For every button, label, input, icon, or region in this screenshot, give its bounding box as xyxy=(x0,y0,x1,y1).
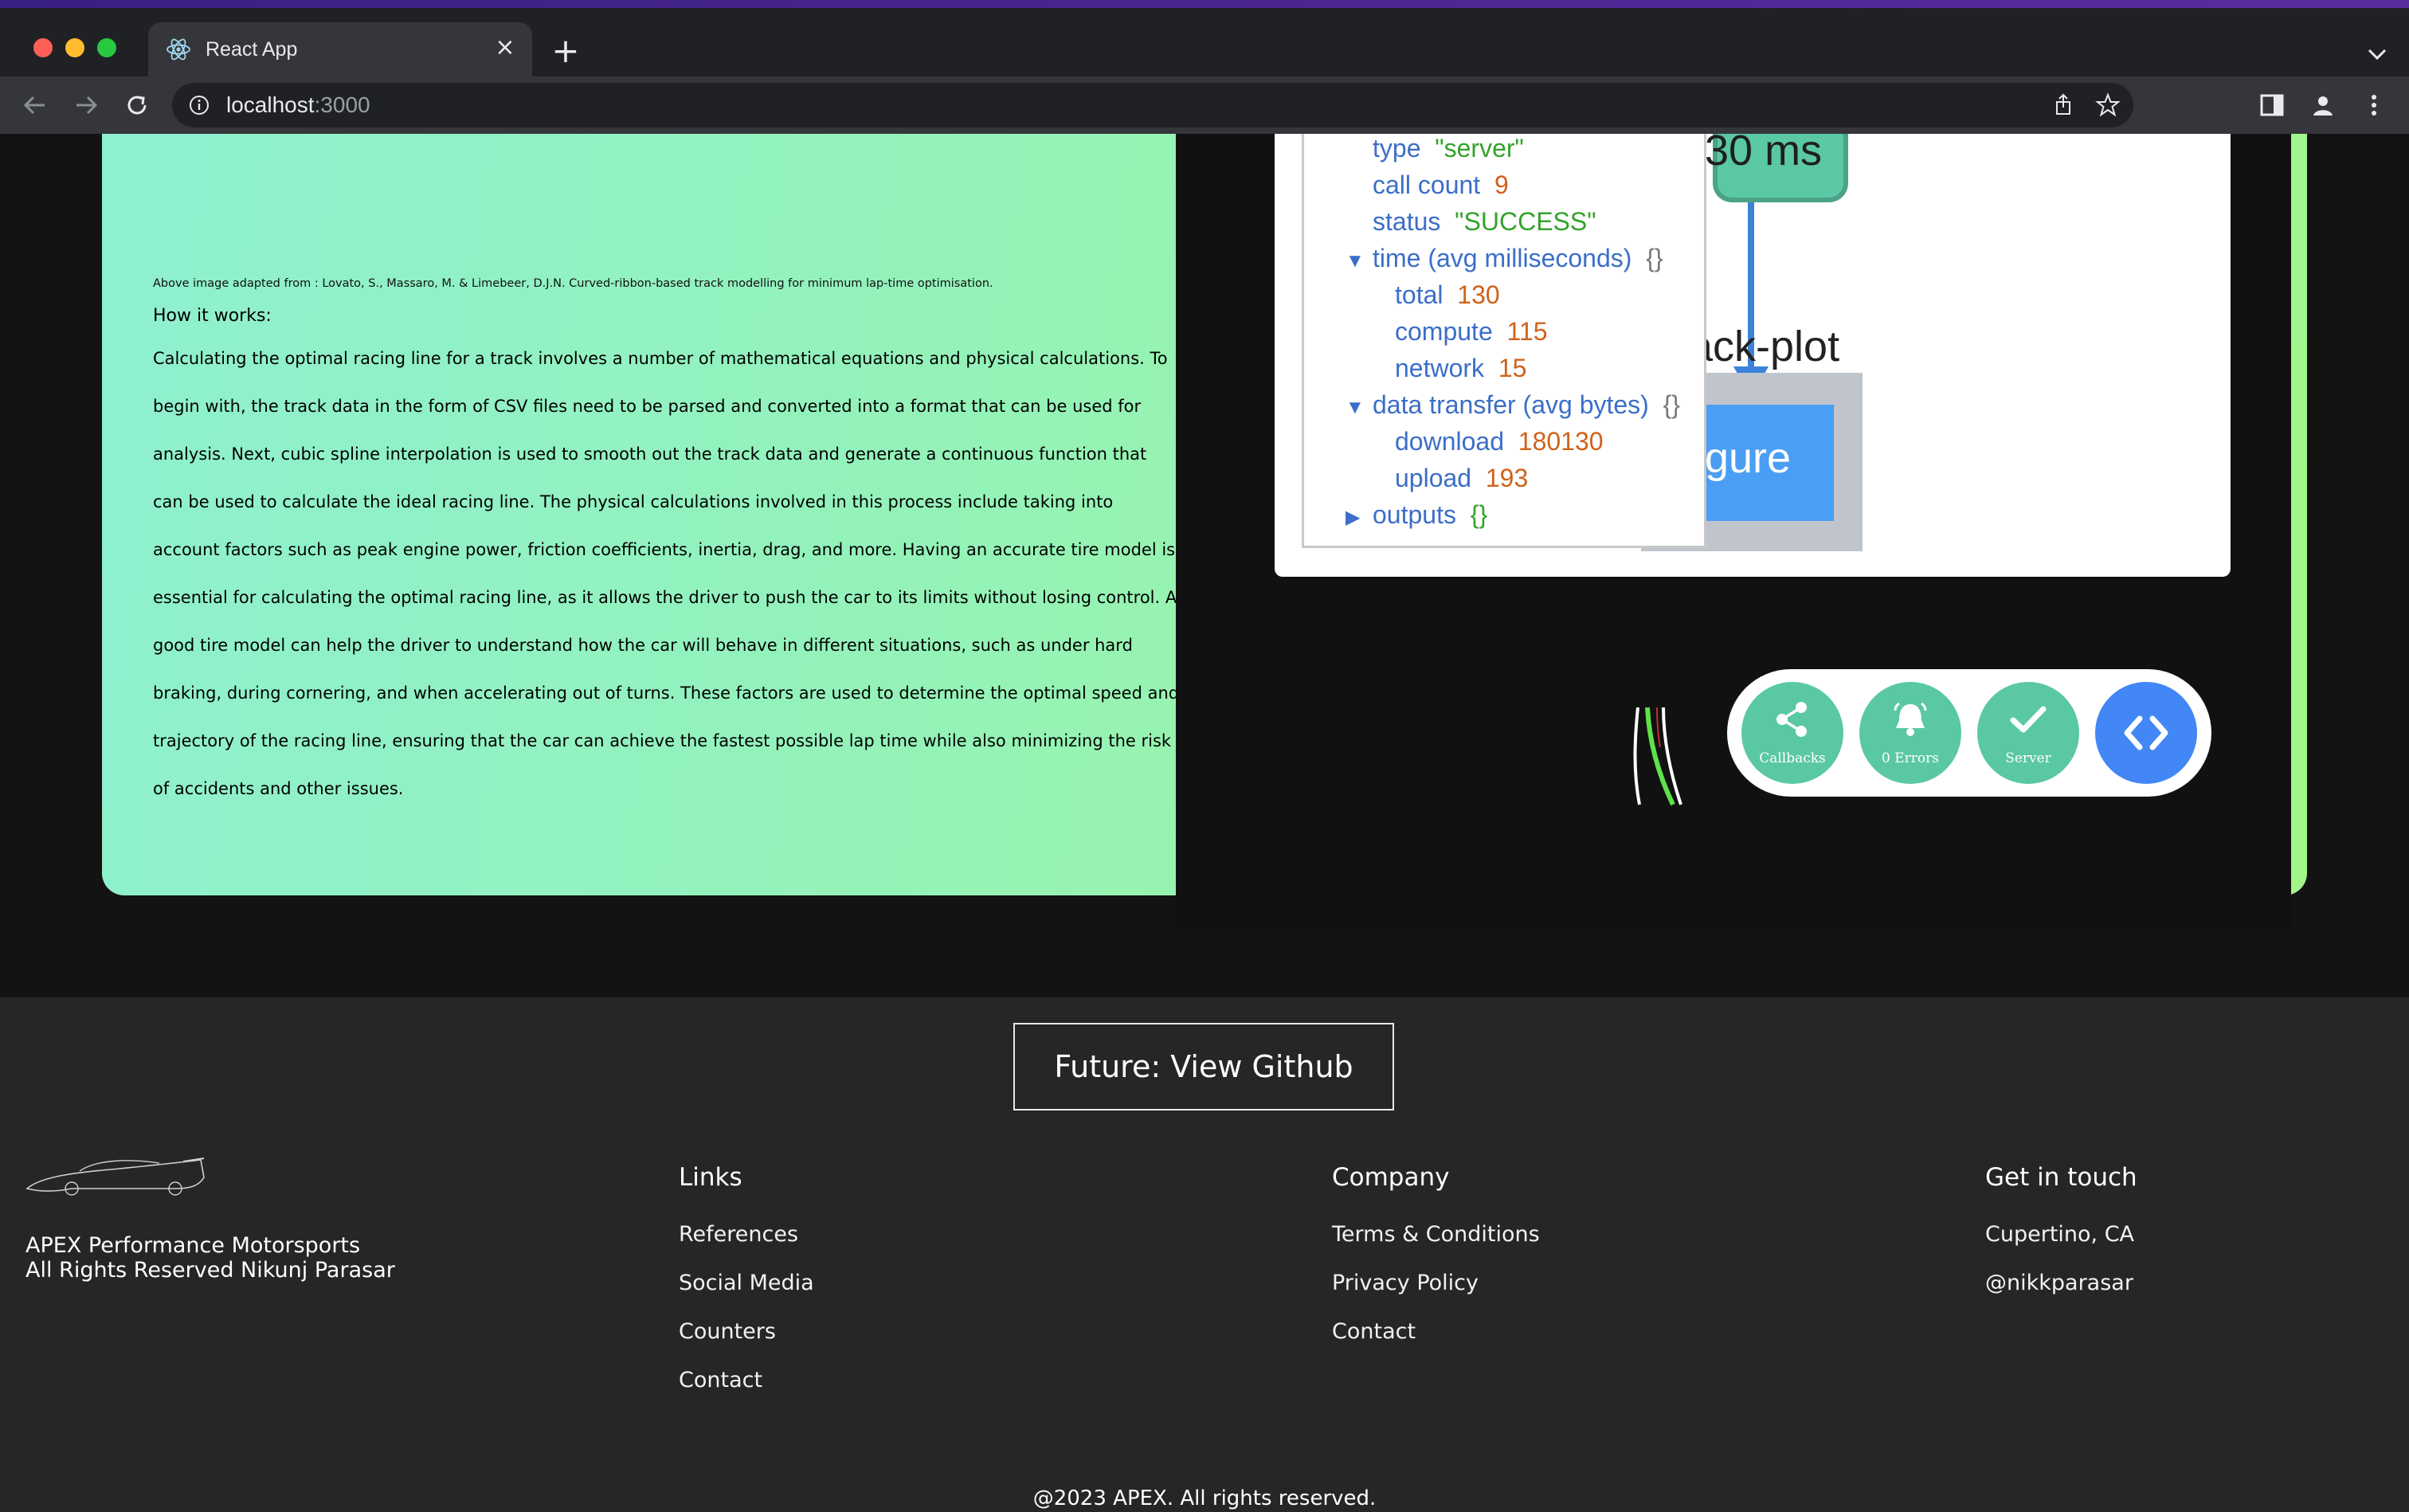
url-text: localhost:3000 xyxy=(226,92,370,117)
brand-rights: All Rights Reserved Nikunj Parasar xyxy=(25,1258,395,1283)
footer-link-contact[interactable]: Contact xyxy=(679,1368,814,1393)
server-button[interactable]: Server xyxy=(1977,682,2079,784)
tree-row-data-transfer-group[interactable]: ▼ data transfer (avg bytes) {} xyxy=(1346,390,1680,420)
tab-bar: React App × + xyxy=(0,8,2409,76)
close-tab-icon[interactable]: × xyxy=(491,33,519,62)
window-top-edge xyxy=(0,0,2409,8)
tree-row-status: status "SUCCESS" xyxy=(1373,207,1596,236)
minimize-window-button[interactable] xyxy=(65,38,84,57)
forward-arrow-icon[interactable] xyxy=(69,88,104,123)
expanded-triangle-icon[interactable]: ▼ xyxy=(1346,397,1373,419)
track-plot-lines xyxy=(1633,707,1682,806)
zoom-window-button[interactable] xyxy=(97,38,116,57)
tree-row-call-count: call count 9 xyxy=(1373,170,1509,199)
tree-row-type: type "server" xyxy=(1373,134,1524,163)
output-node-property: igure xyxy=(1695,434,1792,482)
tree-row-network: network 15 xyxy=(1395,354,1527,382)
footer-link-social-media[interactable]: Social Media xyxy=(679,1271,814,1295)
bell-icon xyxy=(1894,702,1927,736)
server-label: Server xyxy=(2005,750,2051,766)
footer-link-terms[interactable]: Terms & Conditions xyxy=(1332,1222,1540,1247)
tree-row-time-group[interactable]: ▼ time (avg milliseconds) {} xyxy=(1346,244,1663,273)
image-caption: Above image adapted from : Lovato, S., M… xyxy=(153,277,993,290)
side-panel-icon[interactable] xyxy=(2258,91,2286,119)
copyright-text: @2023 APEX. All rights reserved. xyxy=(1032,1487,1377,1510)
footer-link-references[interactable]: References xyxy=(679,1222,814,1247)
code-brackets-icon xyxy=(2124,715,2168,750)
brand-name: APEX Performance Motorsports xyxy=(25,1233,361,1258)
company-heading: Company xyxy=(1332,1163,1450,1192)
view-github-button[interactable]: Future: View Github xyxy=(1013,1023,1394,1110)
share-nodes-icon xyxy=(1776,702,1807,737)
bookmark-star-icon[interactable] xyxy=(2095,92,2121,118)
tab-title: React App xyxy=(206,38,298,61)
callbacks-button[interactable]: Callbacks xyxy=(1741,682,1843,784)
expanded-triangle-icon[interactable]: ▼ xyxy=(1346,250,1373,272)
footer-link-counters[interactable]: Counters xyxy=(679,1319,814,1344)
errors-button[interactable]: 0 Errors xyxy=(1859,682,1961,784)
tree-row-total: total 130 xyxy=(1395,280,1500,309)
tree-row-compute: compute 115 xyxy=(1395,317,1548,346)
footer-location: Cupertino, CA xyxy=(1985,1222,2135,1247)
more-menu-icon[interactable] xyxy=(2360,91,2388,119)
tree-row-download: download 180130 xyxy=(1395,427,1604,456)
output-node-id: ack-plot xyxy=(1689,323,1840,370)
footer-link-company-contact[interactable]: Contact xyxy=(1332,1319,1540,1344)
links-heading: Links xyxy=(679,1163,742,1192)
how-it-works-body: Calculating the optimal racing line for … xyxy=(153,349,1180,798)
browser-toolbar: localhost:3000 xyxy=(0,76,2409,134)
share-icon[interactable] xyxy=(2051,92,2076,118)
tree-row-upload: upload 193 xyxy=(1395,464,1529,492)
callbacks-label: Callbacks xyxy=(1759,750,1826,766)
brand-text: APEX Performance Motorsports All Rights … xyxy=(25,1233,395,1283)
info-icon[interactable] xyxy=(188,94,210,116)
back-arrow-icon[interactable] xyxy=(18,88,53,123)
chevron-down-icon[interactable] xyxy=(2361,38,2393,70)
get-in-touch-heading: Get in touch xyxy=(1985,1163,2137,1192)
react-logo-icon xyxy=(166,38,190,61)
new-tab-button[interactable]: + xyxy=(546,32,585,70)
close-window-button[interactable] xyxy=(33,38,53,57)
page-viewport: Above image adapted from : Lovato, S., M… xyxy=(0,134,2409,1512)
footer-company-column: Company Terms & Conditions Privacy Polic… xyxy=(1332,1163,1540,1368)
address-bar[interactable]: localhost:3000 xyxy=(172,83,2133,127)
profile-icon[interactable] xyxy=(2309,91,2337,119)
callback-details-tree: type "server" call count 9 status "SUCCE… xyxy=(1302,134,1706,548)
tree-row-outputs[interactable]: ▶ outputs {} xyxy=(1346,500,1487,530)
footer-social-handle[interactable]: @nikkparasar xyxy=(1985,1271,2137,1295)
site-footer: Future: View Github APEX Performance Mot… xyxy=(0,997,2409,1512)
toggle-devtools-button[interactable] xyxy=(2095,682,2197,784)
collapsed-triangle-icon[interactable]: ▶ xyxy=(1346,506,1373,529)
devtools-toolbar: Callbacks 0 Errors Server xyxy=(1727,669,2211,797)
reload-icon[interactable] xyxy=(119,88,155,123)
errors-label: 0 Errors xyxy=(1882,750,1939,766)
how-it-works-heading: How it works: xyxy=(153,306,272,326)
footer-links-column: Links References Social Media Counters C… xyxy=(679,1163,814,1416)
browser-tab-active[interactable]: React App × xyxy=(148,22,532,76)
callback-node-time: 30 ms xyxy=(1705,134,1823,174)
footer-link-privacy[interactable]: Privacy Policy xyxy=(1332,1271,1540,1295)
car-logo-icon xyxy=(25,1158,205,1196)
checkmark-icon xyxy=(2010,706,2047,733)
footer-contact-column: Get in touch Cupertino, CA @nikkparasar xyxy=(1985,1163,2137,1319)
